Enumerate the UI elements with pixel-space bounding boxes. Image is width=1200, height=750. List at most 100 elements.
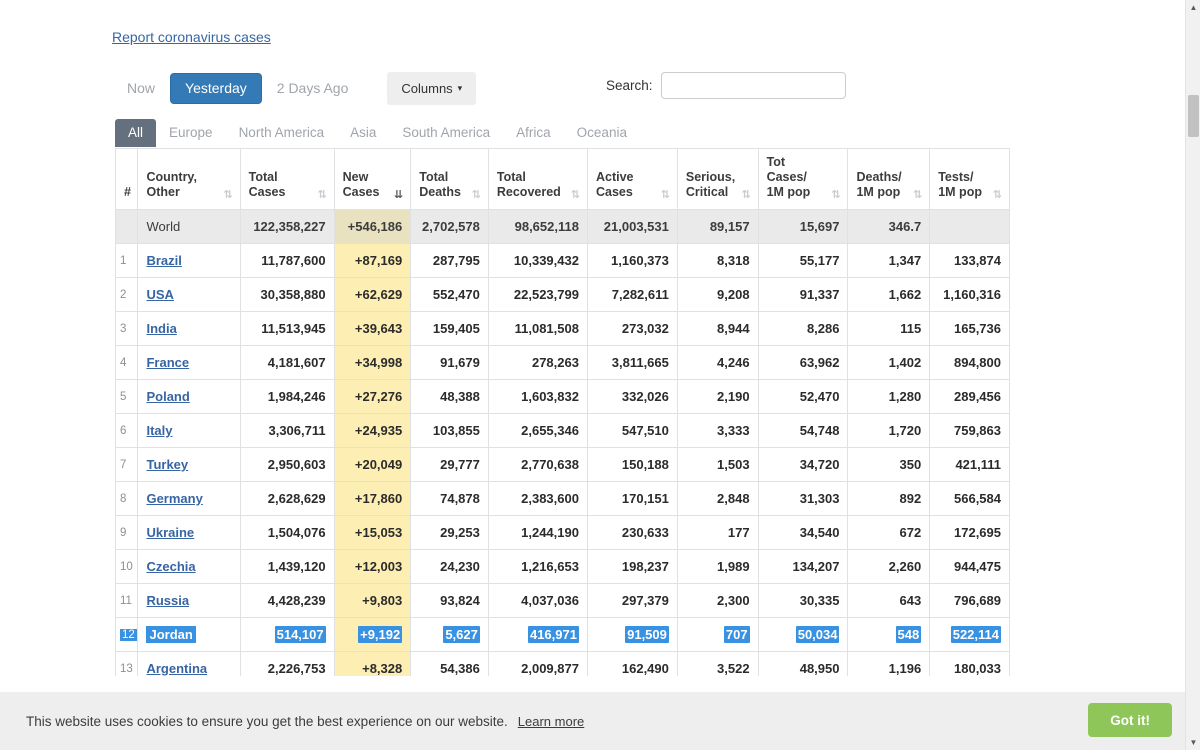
column-header-tcm[interactable]: Tot Cases/1M pop ⇅ <box>757 148 849 210</box>
sort-toggle-icon[interactable]: ⇅ <box>223 189 232 200</box>
cell-active-cases: 547,510 <box>586 413 678 448</box>
column-header-tr[interactable]: Total Recovered ⇅ <box>487 148 588 210</box>
cell-total-deaths: 24,230 <box>410 549 489 584</box>
page-scrollbar[interactable]: ▲ ▼ <box>1185 0 1200 750</box>
sort-toggle-icon[interactable]: ⇅ <box>571 189 580 200</box>
table-row[interactable]: 3 India 11,513,945 +39,643 159,405 11,081,508… <box>114 311 1010 346</box>
cookie-accept-button[interactable]: Got it! <box>1088 703 1172 737</box>
cell-total-recovered: 2,655,346 <box>487 413 588 448</box>
table-row[interactable]: 7 Turkey 2,950,603 +20,049 29,777 2,770,638 15… <box>114 447 1010 482</box>
cell-deaths-1m: 350 <box>847 447 931 482</box>
column-header-sc[interactable]: Serious, Critical ⇅ <box>676 148 759 210</box>
column-header-td[interactable]: Total Deaths ⇅ <box>410 148 489 210</box>
tab-asia[interactable]: Asia <box>337 119 389 147</box>
country-link[interactable]: Turkey <box>146 457 188 472</box>
cell-total-recovered: 1,603,832 <box>487 379 588 414</box>
tab-all[interactable]: All <box>115 119 157 147</box>
cell-serious-critical: 1,989 <box>676 549 759 584</box>
tab-north-america[interactable]: North America <box>226 119 338 147</box>
scrollbar-thumb[interactable] <box>1188 95 1199 137</box>
scroll-down-arrow-icon[interactable]: ▼ <box>1186 735 1200 750</box>
cell-serious-critical: 8,318 <box>676 243 759 278</box>
country-link[interactable]: Ukraine <box>146 525 194 540</box>
country-link[interactable]: Russia <box>146 593 189 608</box>
table-header-row: # Country, Other ⇅ Total Cases ⇅ New Cases ⇊ Total… <box>114 148 1010 210</box>
day-button-2-days-ago[interactable]: 2 Days Ago <box>262 73 364 104</box>
row-index: 9 <box>114 515 139 550</box>
tab-oceania[interactable]: Oceania <box>564 119 640 147</box>
column-header-text: Country, Other <box>146 170 197 199</box>
table-row[interactable]: 1 Brazil 11,787,600 +87,169 287,795 10,339,43… <box>114 243 1010 278</box>
country-link[interactable]: France <box>146 355 189 370</box>
report-coronavirus-cases-link[interactable]: Report coronavirus cases <box>112 29 271 45</box>
cell-new-cases: +62,629 <box>333 277 412 312</box>
country-link[interactable]: Germany <box>146 491 202 506</box>
tab-africa[interactable]: Africa <box>503 119 564 147</box>
cell-serious-critical: 9,208 <box>676 277 759 312</box>
cell-deaths-1m: 1,347 <box>847 243 931 278</box>
country-link[interactable]: India <box>146 321 176 336</box>
cell-tot-cases-1m: 8,286 <box>757 311 849 346</box>
country-link[interactable]: Jordan <box>146 626 196 643</box>
table-row[interactable]: 5 Poland 1,984,246 +27,276 48,388 1,603,832 33… <box>114 379 1010 414</box>
cell-text: 707 <box>723 626 750 643</box>
table-row[interactable]: 4 France 4,181,607 +34,998 91,679 278,263 3,81… <box>114 345 1010 380</box>
table-row[interactable]: 6 Italy 3,306,711 +24,935 103,855 2,655,346 54… <box>114 413 1010 448</box>
table-row[interactable]: 9 Ukraine 1,504,076 +15,053 29,253 1,244,190 2… <box>114 515 1010 550</box>
cell-total-deaths: 287,795 <box>410 243 489 278</box>
sort-toggle-icon[interactable]: ⇅ <box>472 189 481 200</box>
cookie-learn-more-link[interactable]: Learn more <box>518 714 584 729</box>
column-header-ac[interactable]: Active Cases ⇅ <box>586 148 678 210</box>
cell-tests-1m: 172,695 <box>929 515 1010 550</box>
column-header-text: Tests/1M pop <box>938 170 982 199</box>
sort-toggle-icon[interactable]: ⇅ <box>741 189 750 200</box>
cell-tests-1m: 759,863 <box>929 413 1010 448</box>
sort-toggle-icon[interactable]: ⇅ <box>317 189 326 200</box>
column-header-tc[interactable]: Total Cases ⇅ <box>239 148 335 210</box>
column-header-nc[interactable]: New Cases ⇊ <box>333 148 412 210</box>
column-header-text: Serious, Critical <box>685 170 736 199</box>
cell-text: 522,114 <box>950 626 1001 643</box>
day-button-yesterday[interactable]: Yesterday <box>170 73 262 104</box>
table-row[interactable]: 11 Russia 4,428,239 +9,803 93,824 4,037,036 29… <box>114 583 1010 618</box>
cell-tot-cases-1m: 54,748 <box>757 413 849 448</box>
tab-europe[interactable]: Europe <box>156 119 226 147</box>
country-link[interactable]: USA <box>146 287 173 302</box>
sort-toggle-icon[interactable]: ⇊ <box>394 189 403 200</box>
column-header-text: Total Recovered <box>496 170 561 199</box>
search-input[interactable] <box>660 72 846 99</box>
country-link[interactable]: Italy <box>146 423 172 438</box>
cell-tot-cases-1m: 34,540 <box>757 515 849 550</box>
cell-total-cases: 3,306,711 <box>239 413 335 448</box>
country-link[interactable]: Argentina <box>146 661 207 676</box>
country-link[interactable]: Czechia <box>146 559 195 574</box>
cell-deaths-1m: 2,260 <box>847 549 931 584</box>
cell-tot-cases-1m: 63,962 <box>757 345 849 380</box>
cell-total-recovered: 2,770,638 <box>487 447 588 482</box>
sort-toggle-icon[interactable]: ⇅ <box>993 189 1002 200</box>
table-row[interactable]: 2 USA 30,358,880 +62,629 552,470 22,523,799 7,… <box>114 277 1010 312</box>
column-header-text: Total Deaths <box>419 170 461 199</box>
cell-deaths-1m: 892 <box>847 481 931 516</box>
country-link[interactable]: Poland <box>146 389 189 404</box>
sort-toggle-icon[interactable]: ⇅ <box>913 189 922 200</box>
column-header-num[interactable]: # <box>114 148 139 210</box>
cell-serious-critical: 1,503 <box>676 447 759 482</box>
country-link[interactable]: Brazil <box>146 253 181 268</box>
cell-tot-cases-1m: 34,720 <box>757 447 849 482</box>
row-country-name: Jordan <box>137 617 241 652</box>
tab-south-america[interactable]: South America <box>389 119 503 147</box>
table-row[interactable]: 10 Czechia 1,439,120 +12,003 24,230 1,216,653… <box>114 549 1010 584</box>
row-country-name: Russia <box>137 583 241 618</box>
sort-toggle-icon[interactable]: ⇅ <box>661 189 670 200</box>
column-header-ctry[interactable]: Country, Other ⇅ <box>137 148 241 210</box>
table-row[interactable]: 12 Jordan 514,107 +9,192 5,627 416,971 91,509 7… <box>114 617 1010 652</box>
column-header-dm[interactable]: Deaths/1M pop ⇅ <box>847 148 931 210</box>
columns-dropdown-button[interactable]: Columns ▾ <box>387 72 477 105</box>
table-row[interactable]: 8 Germany 2,628,629 +17,860 74,878 2,383,600 1… <box>114 481 1010 516</box>
scroll-up-arrow-icon[interactable]: ▲ <box>1186 0 1200 15</box>
sort-toggle-icon[interactable]: ⇅ <box>831 189 840 200</box>
day-button-now[interactable]: Now <box>112 73 170 104</box>
column-header-tm[interactable]: Tests/1M pop ⇅ <box>929 148 1010 210</box>
cell-active-cases: 7,282,611 <box>586 277 678 312</box>
